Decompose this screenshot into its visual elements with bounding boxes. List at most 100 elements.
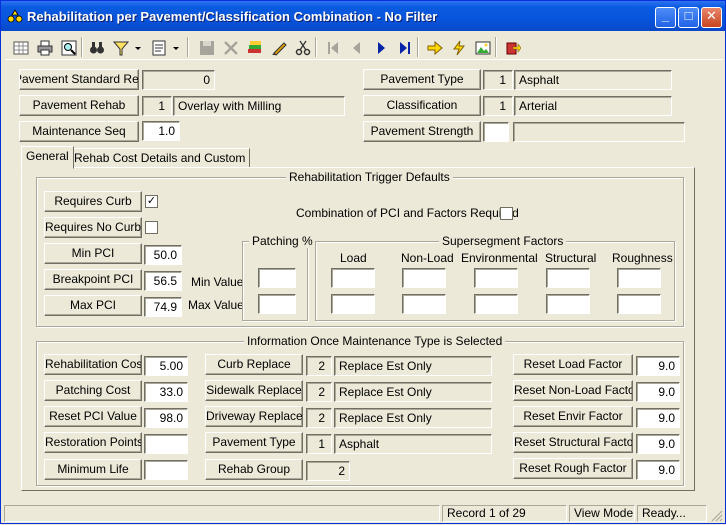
max-pci-field[interactable]: 74.9 — [144, 297, 182, 317]
info-pavement-type-code-field[interactable]: 1 — [306, 434, 332, 454]
maintenance-seq-button[interactable]: Maintenance Seq — [19, 121, 139, 142]
requires-curb-checkbox[interactable]: ✓ — [145, 195, 158, 208]
minimum-life-field[interactable] — [144, 460, 188, 480]
rehabilitation-cost-field[interactable]: 5.00 — [144, 356, 188, 376]
roughness-factor-max-field[interactable] — [617, 294, 661, 314]
driveway-replace-code-field[interactable]: 2 — [306, 408, 332, 428]
stack-button[interactable] — [243, 36, 265, 58]
reset-non-load-factor-field[interactable]: 9.0 — [636, 382, 680, 402]
next-record-button[interactable] — [369, 36, 391, 58]
reset-load-factor-field[interactable]: 9.0 — [636, 356, 680, 376]
curb-replace-button[interactable]: Curb Replace — [205, 354, 303, 375]
close-button[interactable]: ✕ — [701, 7, 722, 28]
goto-button[interactable] — [423, 36, 445, 58]
breakpoint-pci-field[interactable]: 56.5 — [144, 271, 182, 291]
pavement-strength-code-field[interactable] — [483, 122, 509, 142]
delete-button[interactable] — [219, 36, 241, 58]
info-pavement-type-button[interactable]: Pavement Type — [205, 432, 303, 453]
structural-factor-max-field[interactable] — [546, 294, 590, 314]
requires-no-curb-checkbox[interactable] — [145, 221, 158, 234]
pavement-standard-rec-field[interactable]: 0 — [142, 70, 215, 90]
pavement-strength-button[interactable]: Pavement Strength — [363, 121, 481, 142]
form-button[interactable] — [147, 36, 169, 58]
rehabilitation-cost-button[interactable]: Rehabilitation Cost — [44, 354, 142, 375]
info-pavement-type-desc-field[interactable]: Asphalt — [334, 434, 492, 454]
pavement-rehab-code-field[interactable]: 1 — [142, 96, 172, 116]
previous-record-button[interactable] — [345, 36, 367, 58]
pavement-type-button[interactable]: Pavement Type — [363, 69, 481, 90]
pavement-type-code-field[interactable]: 1 — [483, 70, 513, 90]
environmental-factor-max-field[interactable] — [474, 294, 518, 314]
breakpoint-pci-button[interactable]: Breakpoint PCI — [44, 269, 142, 290]
pavement-standard-rec-button[interactable]: Pavement Standard Rec — [19, 69, 139, 90]
last-record-button[interactable] — [393, 36, 415, 58]
print-preview-button[interactable] — [57, 36, 79, 58]
image-button[interactable] — [471, 36, 493, 58]
edit-button[interactable] — [267, 36, 289, 58]
combination-checkbox[interactable] — [500, 207, 513, 220]
sidewalk-replace-button[interactable]: Sidewalk Replace — [205, 380, 303, 401]
classification-code-field[interactable]: 1 — [483, 96, 513, 116]
patching-min-field[interactable] — [258, 268, 296, 288]
curb-replace-code-field[interactable]: 2 — [306, 356, 332, 376]
minimize-button[interactable]: _ — [655, 7, 676, 28]
non-load-factor-max-field[interactable] — [402, 294, 446, 314]
reset-load-factor-button[interactable]: Reset Load Factor — [513, 354, 633, 375]
tab-general[interactable]: General — [21, 146, 74, 169]
rehab-group-button[interactable]: Rehab Group — [205, 459, 303, 480]
reset-structural-factor-field[interactable]: 9.0 — [636, 434, 680, 454]
filter-button[interactable] — [109, 36, 131, 58]
pavement-type-desc-field[interactable]: Asphalt — [514, 70, 672, 90]
find-button[interactable] — [85, 36, 107, 58]
classification-desc-field[interactable]: Arterial — [514, 96, 672, 116]
form-dropdown-button[interactable] — [169, 36, 181, 58]
reset-envir-factor-field[interactable]: 9.0 — [636, 408, 680, 428]
patching-max-field[interactable] — [258, 294, 296, 314]
requires-curb-button[interactable]: Requires Curb — [44, 191, 142, 212]
reset-non-load-factor-button[interactable]: Reset Non-Load Factor — [513, 380, 633, 401]
resize-grip[interactable] — [709, 508, 723, 522]
structural-factor-min-field[interactable] — [546, 268, 590, 288]
save-button[interactable] — [195, 36, 217, 58]
tab-rehab-cost-details[interactable]: Rehab Cost Details and Custom — [69, 148, 251, 168]
reset-envir-factor-button[interactable]: Reset Envir Factor — [513, 406, 633, 427]
reset-rough-factor-button[interactable]: Reset Rough Factor — [513, 458, 633, 479]
reset-pci-value-field[interactable]: 98.0 — [144, 408, 188, 428]
reset-structural-factor-button[interactable]: Reset Structural Factor — [513, 432, 633, 453]
maintenance-seq-field[interactable]: 1.0 — [142, 121, 180, 141]
patching-cost-button[interactable]: Patching Cost — [44, 380, 142, 401]
reset-pci-value-button[interactable]: Reset PCI Value — [44, 406, 142, 427]
driveway-replace-desc-field[interactable]: Replace Est Only — [334, 408, 492, 428]
rehab-group-field[interactable]: 2 — [306, 461, 350, 481]
restoration-points-field[interactable] — [144, 434, 188, 454]
driveway-replace-button[interactable]: Driveway Replace — [205, 406, 303, 427]
requires-no-curb-button[interactable]: Requires No Curb — [44, 217, 142, 238]
load-factor-min-field[interactable] — [331, 268, 375, 288]
restoration-points-button[interactable]: Restoration Points — [44, 432, 142, 453]
reset-rough-factor-field[interactable]: 9.0 — [636, 460, 680, 480]
sidewalk-replace-code-field[interactable]: 2 — [306, 382, 332, 402]
patching-cost-field[interactable]: 33.0 — [144, 382, 188, 402]
exit-button[interactable] — [501, 36, 523, 58]
non-load-factor-min-field[interactable] — [402, 268, 446, 288]
minimum-life-button[interactable]: Minimum Life — [44, 459, 142, 480]
first-record-button[interactable] — [321, 36, 343, 58]
load-factor-max-field[interactable] — [331, 294, 375, 314]
roughness-factor-min-field[interactable] — [617, 268, 661, 288]
min-pci-field[interactable]: 50.0 — [144, 245, 182, 265]
max-pci-button[interactable]: Max PCI — [44, 295, 142, 316]
pavement-rehab-button[interactable]: Pavement Rehab — [19, 95, 139, 116]
min-pci-button[interactable]: Min PCI — [44, 243, 142, 264]
curb-replace-desc-field[interactable]: Replace Est Only — [334, 356, 492, 376]
classification-button[interactable]: Classification — [363, 95, 481, 116]
sidewalk-replace-desc-field[interactable]: Replace Est Only — [334, 382, 492, 402]
run-button[interactable] — [447, 36, 469, 58]
environmental-factor-min-field[interactable] — [474, 268, 518, 288]
print-button[interactable] — [33, 36, 55, 58]
maximize-button[interactable]: □ — [678, 7, 699, 28]
cut-button[interactable] — [291, 36, 313, 58]
pavement-strength-desc-field[interactable] — [513, 122, 685, 142]
filter-dropdown-button[interactable] — [131, 36, 143, 58]
pavement-rehab-desc-field[interactable]: Overlay with Milling — [173, 96, 345, 116]
grid-button[interactable] — [9, 36, 31, 58]
